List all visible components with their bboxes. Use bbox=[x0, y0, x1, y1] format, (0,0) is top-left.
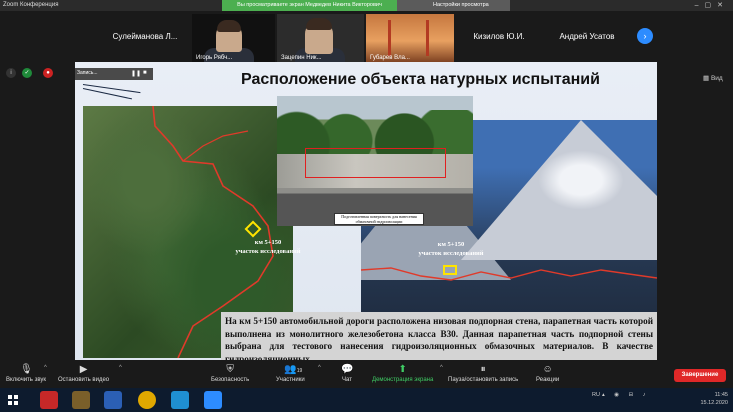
chat-button[interactable]: 💬 Чат bbox=[341, 364, 353, 383]
highlight-rectangle bbox=[305, 148, 446, 178]
window-controls[interactable]: ‒▢✕ bbox=[695, 1, 729, 9]
slide-body-text: На км 5+150 автомобильной дороги располо… bbox=[221, 312, 657, 360]
annotation-toolbar[interactable]: Запись... ❚❚ ■ bbox=[75, 68, 153, 80]
survey-site-marker bbox=[443, 265, 457, 275]
participant-name: Губарев Вла... bbox=[370, 55, 410, 61]
chat-icon: 💬 bbox=[341, 364, 354, 375]
view-options-button[interactable]: Настройки просмотра bbox=[397, 0, 510, 11]
photo-caption: Подготовленная поверхность для нанесения… bbox=[334, 213, 424, 225]
pause-icon[interactable]: ❚❚ bbox=[131, 70, 141, 77]
participant-tile[interactable]: Сулейманова Л... bbox=[100, 14, 190, 63]
annotation-label: Запись... bbox=[77, 70, 98, 76]
participants-button[interactable]: 👥19 Участники bbox=[276, 364, 305, 383]
share-screen-button[interactable]: ⬆ Демонстрация экрана bbox=[372, 364, 433, 383]
end-meeting-button[interactable]: Завершение bbox=[674, 369, 726, 382]
participant-tile[interactable]: Игорь Рябч... bbox=[192, 14, 275, 63]
participants-count: 19 bbox=[296, 368, 303, 374]
share-screen-icon: ⬆ bbox=[398, 364, 407, 375]
clock[interactable]: 11:45 15.12.2020 bbox=[688, 391, 728, 407]
app-icon-a[interactable] bbox=[40, 391, 58, 409]
site-label: участок исследований bbox=[235, 248, 301, 255]
people-icon: 👥19 bbox=[284, 364, 303, 375]
zoom-icon[interactable] bbox=[204, 391, 222, 409]
share-banner: Вы просматриваете экран Медведев Никита … bbox=[222, 0, 397, 11]
participant-tile[interactable]: Кизилов Ю.И. bbox=[456, 14, 542, 63]
audio-options-caret[interactable]: ^ bbox=[44, 365, 47, 371]
view-button[interactable]: ▦ Вид bbox=[703, 72, 731, 86]
participant-strip: Сулейманова Л... Игорь Рябч... Зацепин Н… bbox=[0, 11, 733, 63]
windows-start-icon[interactable] bbox=[8, 395, 18, 405]
record-button[interactable]: ⏸ Пауза/остановить запись bbox=[448, 364, 518, 383]
site-label: участок исследований bbox=[418, 250, 484, 257]
next-participants-button[interactable]: › bbox=[637, 28, 653, 44]
mic-muted-icon: 🎙 bbox=[20, 364, 33, 375]
chrome-icon[interactable] bbox=[138, 391, 156, 409]
participant-name: Сулейманова Л... bbox=[112, 32, 178, 41]
retaining-wall-photo: Подготовленная поверхность для нанесения… bbox=[277, 96, 473, 226]
tray-icons[interactable]: ▴ ◉ ⊟ ♪ bbox=[602, 391, 650, 399]
slide-title: Расположение объекта натурных испытаний bbox=[241, 71, 600, 88]
participant-name: Игорь Рябч... bbox=[196, 55, 233, 61]
participant-tile[interactable]: Зацепин Ник... bbox=[277, 14, 364, 63]
km-label: км 5+150 bbox=[437, 241, 465, 248]
meeting-toolbar: 🎙 Включить звук ^ ▶ Остановить видео ^ ⛨… bbox=[0, 362, 733, 388]
file-explorer-icon[interactable] bbox=[72, 391, 90, 409]
unmute-button[interactable]: 🎙 Включить звук bbox=[6, 364, 46, 383]
smiley-icon: ☺ bbox=[542, 364, 553, 375]
stop-icon[interactable]: ■ bbox=[143, 70, 147, 76]
word-icon[interactable] bbox=[104, 391, 122, 409]
app-icon-blue[interactable] bbox=[171, 391, 189, 409]
participant-name: Зацепин Ник... bbox=[281, 55, 322, 61]
taskbar: RU ▴ ◉ ⊟ ♪ 11:45 15.12.2020 bbox=[0, 388, 733, 412]
camera-icon: ▶ bbox=[79, 364, 88, 375]
video-options-caret[interactable]: ^ bbox=[119, 365, 122, 371]
share-options-caret[interactable]: ^ bbox=[440, 365, 443, 371]
stop-video-button[interactable]: ▶ Остановить видео bbox=[58, 364, 109, 383]
security-button[interactable]: ⛨ Безопасность bbox=[211, 364, 249, 383]
info-icon[interactable]: i bbox=[6, 68, 16, 78]
title-bar: Zoom Конференция Вы просматриваете экран… bbox=[0, 0, 733, 11]
participants-caret[interactable]: ^ bbox=[318, 365, 321, 371]
view-button-label: Вид bbox=[710, 75, 723, 82]
shield-icon: ⛨ bbox=[226, 364, 234, 375]
app-title: Zoom Конференция bbox=[3, 2, 59, 8]
record-icon: ● bbox=[43, 68, 53, 78]
language-indicator[interactable]: RU bbox=[592, 391, 600, 399]
pause-record-icon: ⏸ bbox=[480, 364, 486, 375]
km-label: км 5+150 bbox=[254, 239, 282, 246]
participant-name: Кизилов Ю.И. bbox=[473, 32, 525, 41]
shared-screen: Запись... ❚❚ ■ Расположение объекта нату… bbox=[75, 62, 657, 360]
shield-icon[interactable]: ✓ bbox=[22, 68, 32, 78]
participant-tile[interactable]: Андрей Усатов bbox=[544, 14, 630, 63]
reactions-button[interactable]: ☺ Реакции bbox=[536, 364, 559, 383]
participant-tile[interactable]: Губарев Вла... bbox=[366, 14, 454, 63]
participant-name: Андрей Усатов bbox=[559, 32, 615, 41]
